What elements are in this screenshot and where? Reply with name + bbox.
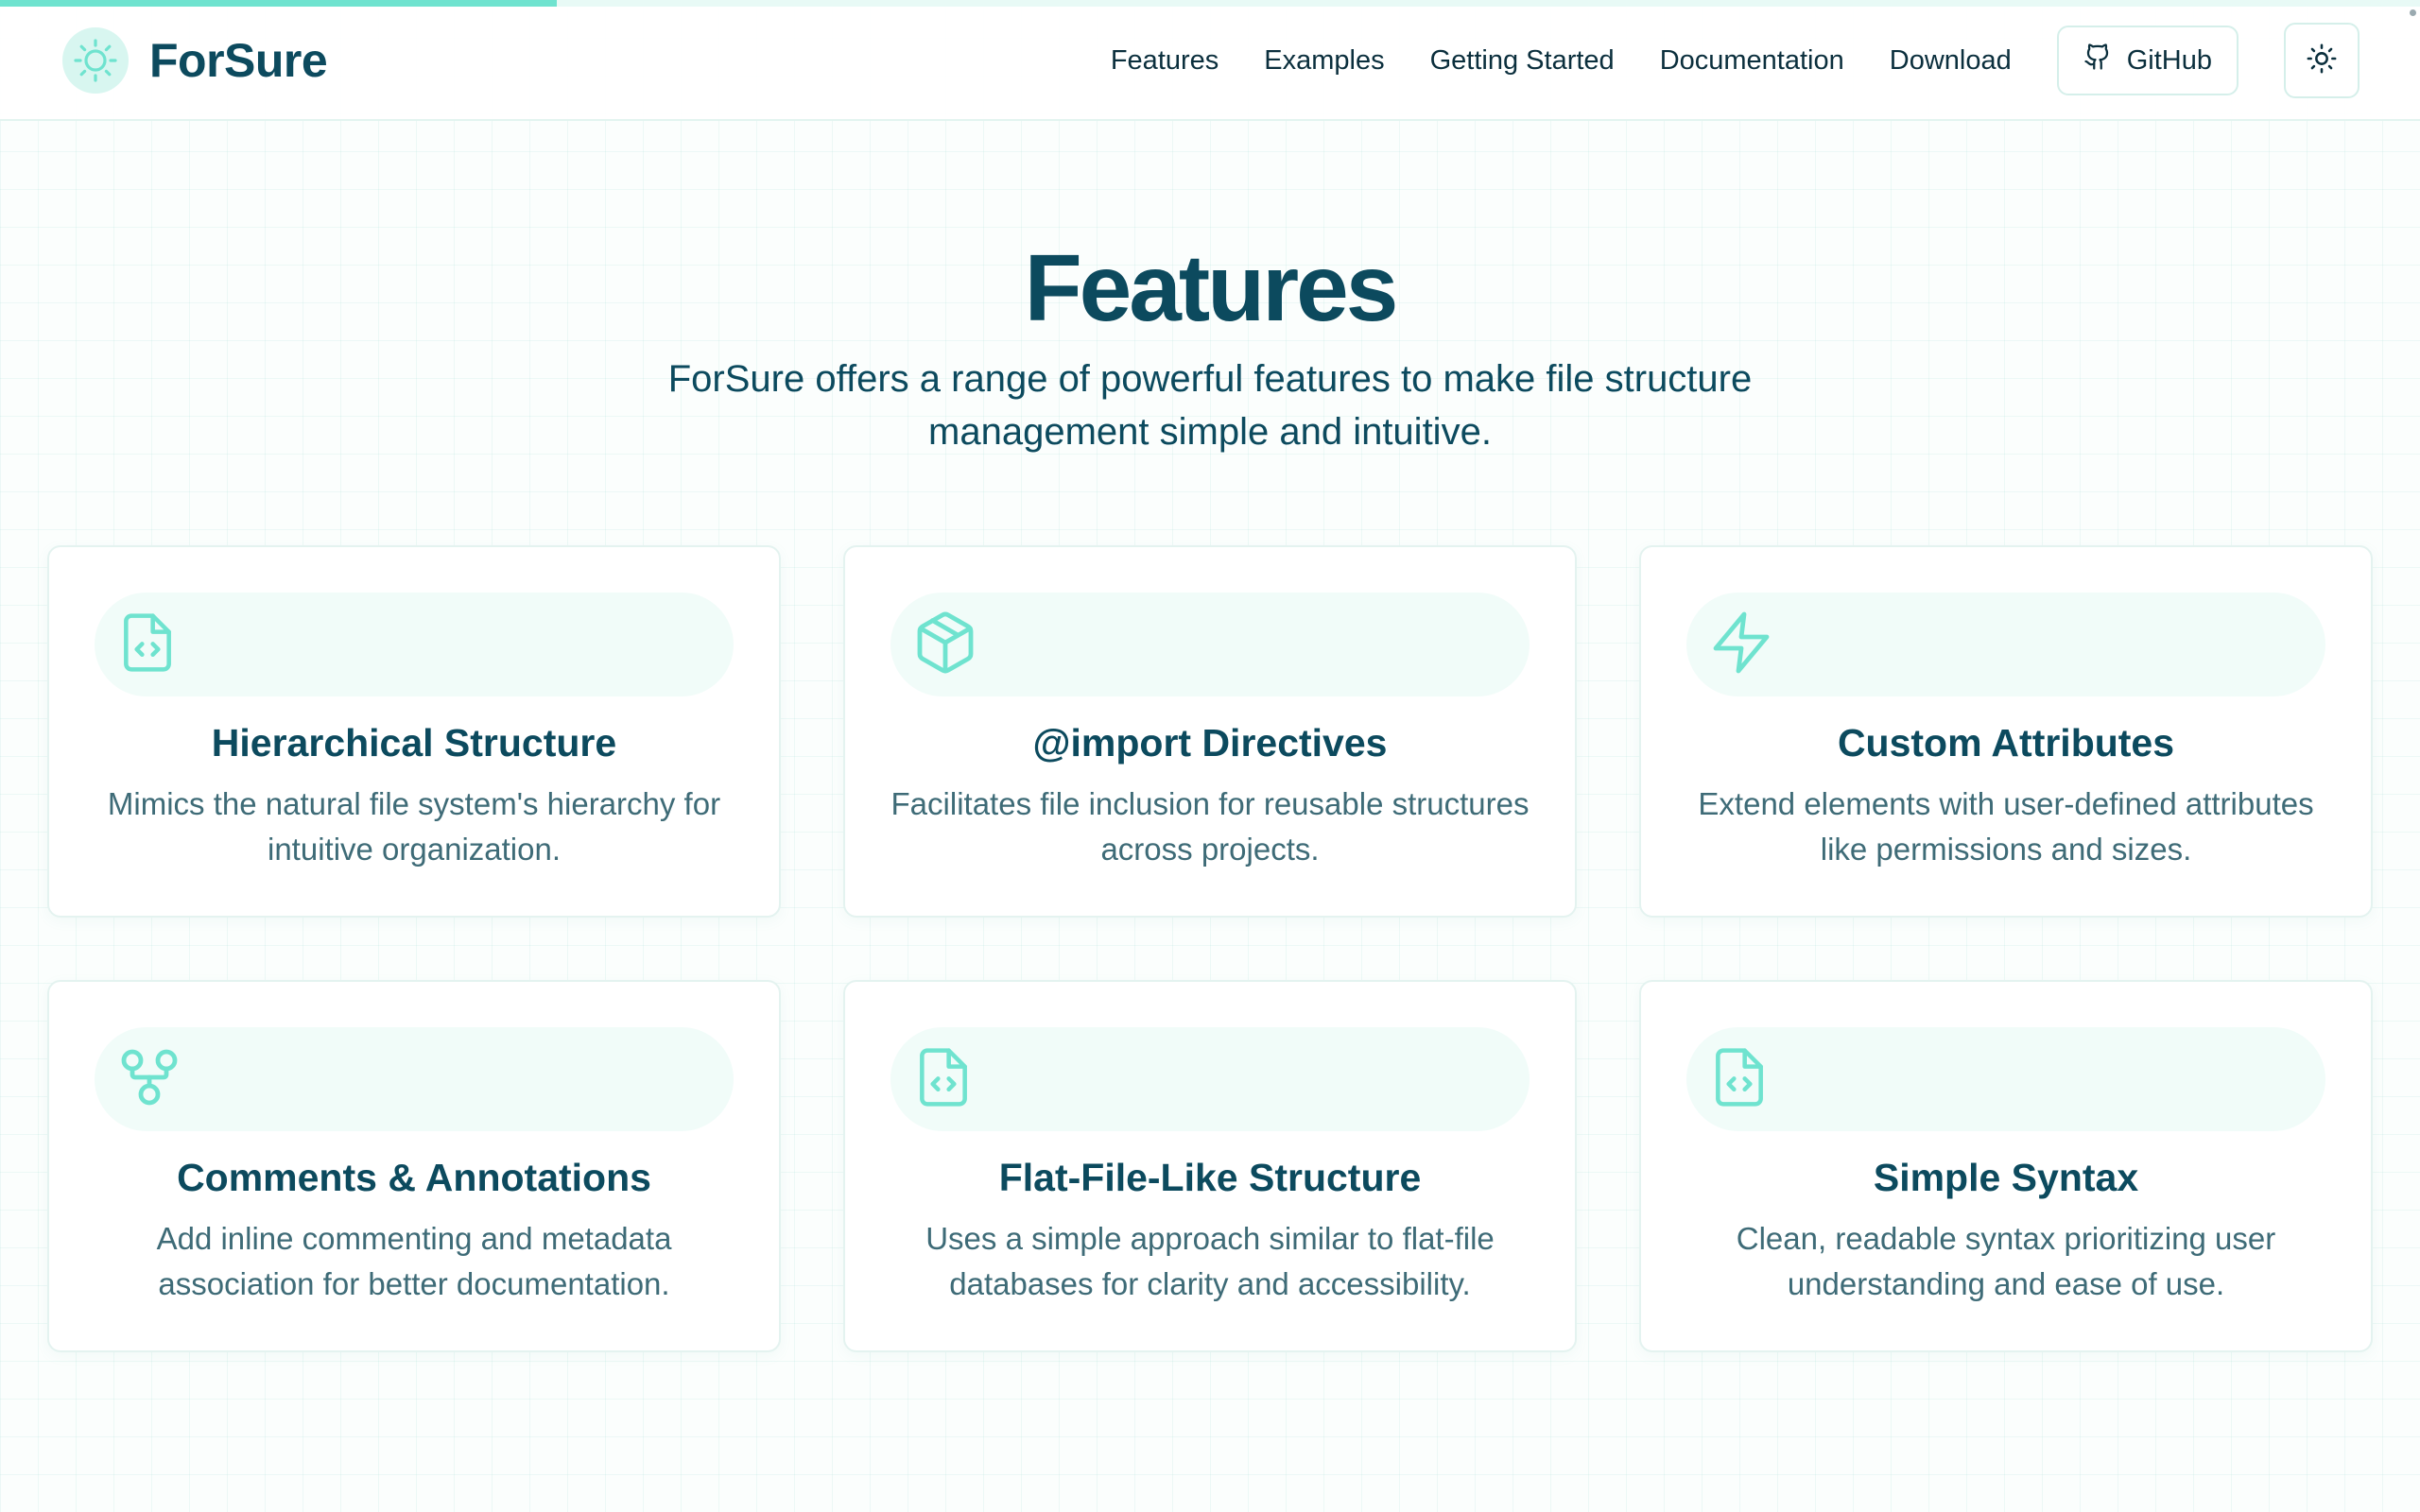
feature-icon-container bbox=[95, 1027, 734, 1131]
feature-icon-container bbox=[890, 1027, 1530, 1131]
features-grid: Hierarchical Structure Mimics the natura… bbox=[47, 545, 2373, 1352]
feature-title: @import Directives bbox=[1032, 721, 1388, 765]
nav-link-features[interactable]: Features bbox=[1111, 45, 1219, 77]
github-label: GitHub bbox=[2126, 44, 2212, 76]
page-title: Features bbox=[1024, 235, 1399, 341]
navbar: ForSure Features Examples Getting Starte… bbox=[0, 7, 2420, 121]
sun-icon bbox=[2306, 43, 2338, 79]
feature-title: Simple Syntax bbox=[1873, 1156, 2139, 1199]
theme-toggle-button[interactable] bbox=[2284, 23, 2360, 98]
git-fork-icon bbox=[115, 1041, 183, 1118]
feature-title: Hierarchical Structure bbox=[211, 721, 617, 765]
feature-description: Clean, readable syntax prioritizing user… bbox=[1736, 1221, 2276, 1301]
brand-name: ForSure bbox=[149, 34, 328, 87]
feature-icon-container bbox=[95, 593, 734, 696]
github-button[interactable]: GitHub bbox=[2056, 26, 2238, 95]
feature-card-import-directives: @import Directives Facilitates file incl… bbox=[843, 545, 1577, 918]
features-hero: Features ForSure offers a range of power… bbox=[0, 232, 2420, 458]
scroll-indicator-dot bbox=[2410, 9, 2416, 16]
feature-description: Facilitates file inclusion for reusable … bbox=[890, 786, 1530, 867]
scroll-progress-fill bbox=[0, 0, 557, 7]
feature-description: Extend elements with user-defined attrib… bbox=[1698, 786, 2314, 867]
scroll-progress-bar bbox=[0, 0, 2420, 7]
feature-title: Custom Attributes bbox=[1837, 721, 2175, 765]
feature-title: Flat-File-Like Structure bbox=[998, 1156, 1422, 1199]
nav-link-getting-started[interactable]: Getting Started bbox=[1430, 45, 1615, 77]
feature-title: Comments & Annotations bbox=[177, 1156, 651, 1199]
nav-links: Features Examples Getting Started Docume… bbox=[1111, 7, 2420, 114]
feature-icon-container bbox=[1686, 593, 2325, 696]
sun-logo-icon bbox=[62, 27, 129, 94]
github-icon bbox=[2083, 43, 2127, 78]
feature-card-custom-attributes: Custom Attributes Extend elements with u… bbox=[1639, 545, 2373, 918]
feature-description: Uses a simple approach similar to flat-f… bbox=[925, 1221, 1495, 1301]
feature-description: Mimics the natural file system's hierarc… bbox=[107, 786, 721, 867]
file-code-icon bbox=[115, 607, 180, 683]
feature-icon-container bbox=[1686, 1027, 2325, 1131]
feature-card-simple-syntax: Simple Syntax Clean, readable syntax pri… bbox=[1639, 980, 2373, 1352]
feature-card-hierarchical-structure: Hierarchical Structure Mimics the natura… bbox=[47, 545, 781, 918]
lightning-icon bbox=[1707, 607, 1775, 683]
feature-card-comments-annotations: Comments & Annotations Add inline commen… bbox=[47, 980, 781, 1352]
package-icon bbox=[911, 607, 979, 683]
page-subtitle: ForSure offers a range of powerful featu… bbox=[667, 358, 1753, 453]
feature-icon-container bbox=[890, 593, 1530, 696]
nav-link-documentation[interactable]: Documentation bbox=[1660, 45, 1844, 77]
brand-link[interactable]: ForSure bbox=[62, 26, 328, 95]
file-code-icon bbox=[911, 1041, 976, 1118]
file-code-icon bbox=[1707, 1041, 1772, 1118]
nav-link-examples[interactable]: Examples bbox=[1264, 45, 1384, 77]
nav-link-download[interactable]: Download bbox=[1890, 45, 2012, 77]
feature-card-flat-file-like-structure: Flat-File-Like Structure Uses a simple a… bbox=[843, 980, 1577, 1352]
feature-description: Add inline commenting and metadata assoc… bbox=[156, 1221, 672, 1301]
